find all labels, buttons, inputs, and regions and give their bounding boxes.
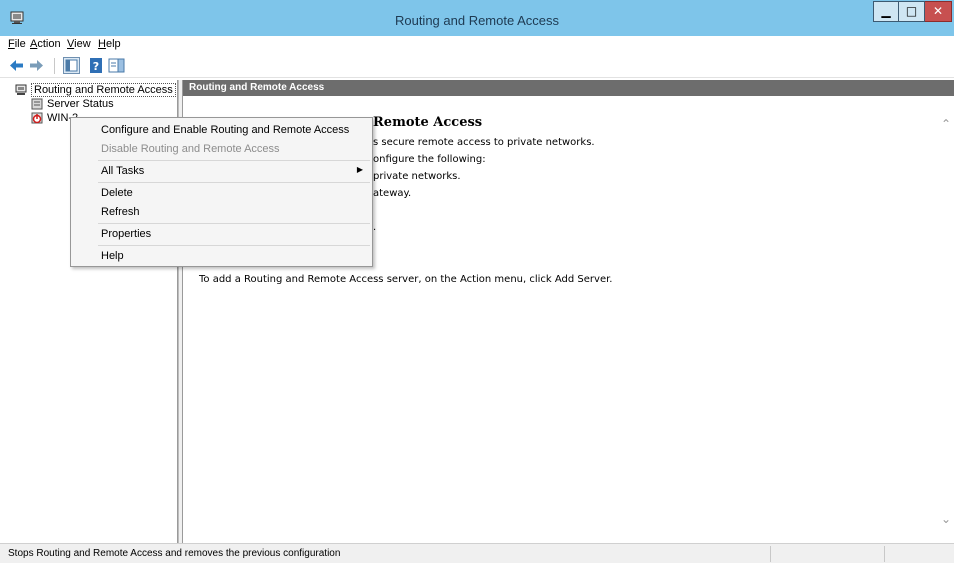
minimize-icon: ▁: [881, 4, 891, 18]
menu-item-label: Properties: [101, 228, 152, 240]
menu-item-delete[interactable]: Delete: [72, 184, 371, 203]
menu-item-label: Disable Routing and Remote Access: [101, 143, 280, 155]
show-hide-action-pane-icon[interactable]: [108, 57, 125, 74]
content-line: .: [373, 222, 377, 233]
window-title: Routing and Remote Access: [394, 13, 560, 28]
content-title: Remote Access: [373, 115, 483, 130]
menu-file[interactable]: File: [8, 38, 26, 50]
menu-item-help[interactable]: Help: [72, 247, 371, 266]
toolbar-separator: [54, 58, 55, 74]
routing-remote-access-icon: [15, 84, 27, 95]
menu-view[interactable]: View: [67, 38, 91, 50]
menu-item-configure-enable[interactable]: Configure and Enable Routing and Remote …: [72, 121, 371, 140]
server-stopped-icon: [31, 112, 43, 124]
minimize-button[interactable]: ▁: [873, 1, 899, 22]
content-line: private networks.: [373, 171, 461, 182]
help-icon[interactable]: ?: [88, 57, 105, 74]
content-line: onfigure the following:: [373, 154, 486, 165]
tree-root-label: Routing and Remote Access: [31, 83, 176, 97]
status-text: Stops Routing and Remote Access and remo…: [8, 548, 341, 559]
menu-item-label: Configure and Enable Routing and Remote …: [101, 124, 350, 136]
status-divider: [770, 546, 771, 562]
menu-file-label: ile: [14, 38, 26, 50]
menu-item-label: All Tasks: [101, 165, 145, 177]
maximize-icon: □: [905, 4, 918, 18]
menu-action[interactable]: Action: [30, 38, 61, 50]
close-icon: ✕: [932, 4, 944, 18]
server-status-icon: [31, 98, 43, 110]
menu-item-properties[interactable]: Properties: [72, 225, 371, 244]
menu-item-label: Help: [101, 250, 124, 262]
submenu-arrow-icon: ▶: [356, 165, 363, 174]
menu-separator: [98, 245, 370, 246]
menu-help-accel: H: [98, 38, 106, 50]
menu-separator: [98, 223, 370, 224]
back-icon[interactable]: [8, 57, 25, 74]
title-bar[interactable]: Routing and Remote Access ▁ □ ✕: [0, 0, 954, 36]
menu-action-label: ction: [37, 38, 61, 50]
show-hide-console-tree-icon[interactable]: [63, 57, 80, 74]
scroll-down-icon[interactable]: ⌄: [941, 512, 951, 526]
menu-item-disable: Disable Routing and Remote Access: [72, 140, 371, 159]
scroll-up-icon[interactable]: ⌃: [941, 117, 951, 131]
status-divider: [884, 546, 885, 562]
tree-item-label: Server Status: [47, 98, 114, 110]
menu-help-label: elp: [105, 38, 121, 50]
toolbar: ?: [0, 54, 954, 78]
menu-item-refresh[interactable]: Refresh: [72, 203, 371, 222]
menu-item-label: Refresh: [101, 206, 140, 218]
result-pane-header: Routing and Remote Access: [183, 80, 954, 96]
status-bar: Stops Routing and Remote Access and remo…: [0, 543, 954, 563]
menu-file-accel: F: [8, 38, 15, 50]
add-server-text: To add a Routing and Remote Access serve…: [199, 274, 613, 285]
content-line: s secure remote access to private networ…: [373, 137, 595, 148]
content-line: ateway.: [373, 188, 412, 199]
forward-icon[interactable]: [28, 57, 45, 74]
menu-separator: [98, 182, 370, 183]
menu-bar: File Action View Help: [0, 36, 954, 54]
svg-text:?: ?: [93, 60, 99, 73]
close-button[interactable]: ✕: [925, 1, 952, 22]
menu-item-label: Delete: [101, 187, 133, 199]
mmc-window: Routing and Remote Access ▁ □ ✕ File Act…: [0, 0, 954, 563]
menu-help[interactable]: Help: [98, 38, 121, 50]
context-menu: Configure and Enable Routing and Remote …: [70, 117, 373, 267]
menu-view-label: iew: [74, 38, 91, 50]
menu-separator: [98, 160, 370, 161]
menu-item-all-tasks[interactable]: All Tasks ▶: [72, 162, 371, 181]
maximize-button[interactable]: □: [899, 1, 925, 22]
